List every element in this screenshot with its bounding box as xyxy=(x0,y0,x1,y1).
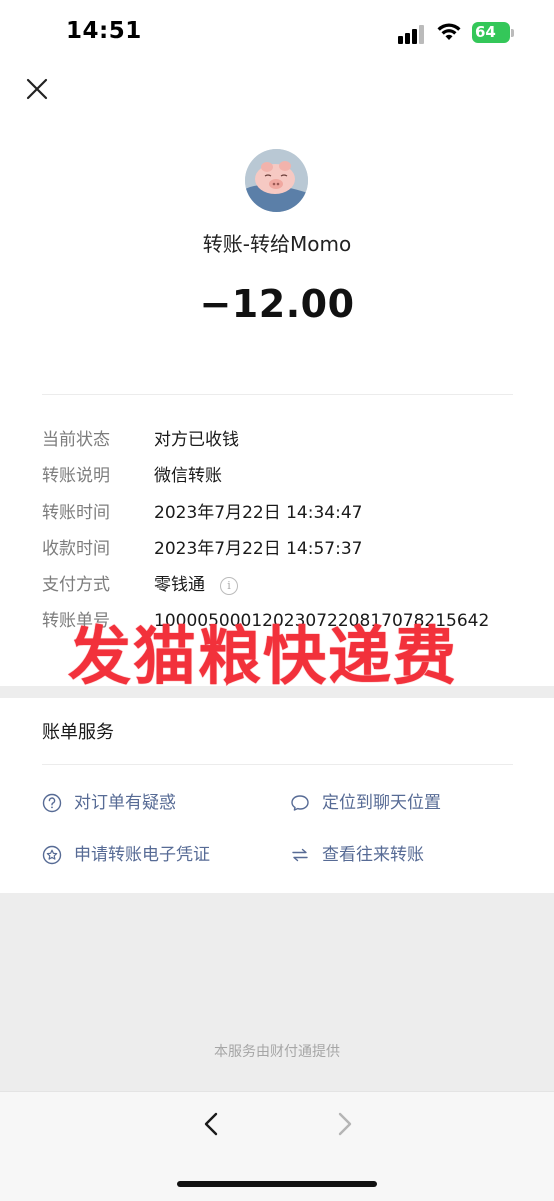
services-title: 账单服务 xyxy=(42,722,114,743)
question-circle-icon xyxy=(42,793,62,813)
service-apply-receipt[interactable]: 申请转账电子凭证 xyxy=(42,843,272,867)
detail-label: 支付方式 xyxy=(42,575,110,595)
divider xyxy=(42,394,513,395)
forward-arrow-icon[interactable] xyxy=(330,1109,358,1139)
detail-value: 对方已收钱 xyxy=(154,430,239,450)
info-icon[interactable]: i xyxy=(220,577,238,595)
provider-note: 本服务由财付通提供 xyxy=(214,1044,340,1060)
service-order-question[interactable]: 对订单有疑惑 xyxy=(42,791,262,815)
service-view-transfers[interactable]: 查看往来转账 xyxy=(290,843,510,867)
home-indicator xyxy=(177,1181,377,1187)
back-arrow-icon[interactable] xyxy=(198,1109,226,1139)
section-separator xyxy=(0,686,554,698)
status-time: 14:51 xyxy=(66,18,142,44)
divider xyxy=(42,764,513,765)
battery-level: 64 xyxy=(475,23,496,41)
footer-area xyxy=(0,893,554,1091)
status-bar: 14:51 64 xyxy=(0,0,554,66)
exchange-arrows-icon xyxy=(292,848,308,862)
transfer-amount: −12.00 xyxy=(199,282,355,326)
battery-cap xyxy=(511,29,514,37)
detail-value: 2023年7月22日 14:34:47 xyxy=(154,503,363,523)
star-badge-icon xyxy=(42,845,62,865)
service-label: 定位到聊天位置 xyxy=(322,793,441,813)
detail-label: 转账时间 xyxy=(42,503,110,523)
service-label: 对订单有疑惑 xyxy=(74,793,176,813)
transfer-title: 转账-转给Momo xyxy=(202,232,352,256)
battery-icon: 64 xyxy=(472,22,510,43)
service-label: 申请转账电子凭证 xyxy=(74,845,210,865)
service-locate-chat[interactable]: 定位到聊天位置 xyxy=(290,791,510,815)
detail-value: 零钱通 xyxy=(154,575,205,595)
detail-label: 转账说明 xyxy=(42,466,110,486)
detail-label: 当前状态 xyxy=(42,430,110,450)
avatar[interactable] xyxy=(245,149,308,212)
close-icon[interactable] xyxy=(24,76,50,102)
detail-label: 收款时间 xyxy=(42,539,110,559)
cellular-signal-icon xyxy=(398,24,428,44)
chat-bubble-icon xyxy=(291,795,309,811)
service-label: 查看往来转账 xyxy=(322,845,424,865)
overlay-caption: 发猫粮快递费 xyxy=(68,620,458,693)
detail-value: 2023年7月22日 14:57:37 xyxy=(154,539,363,559)
wifi-icon xyxy=(437,23,461,40)
detail-value: 微信转账 xyxy=(154,466,222,486)
